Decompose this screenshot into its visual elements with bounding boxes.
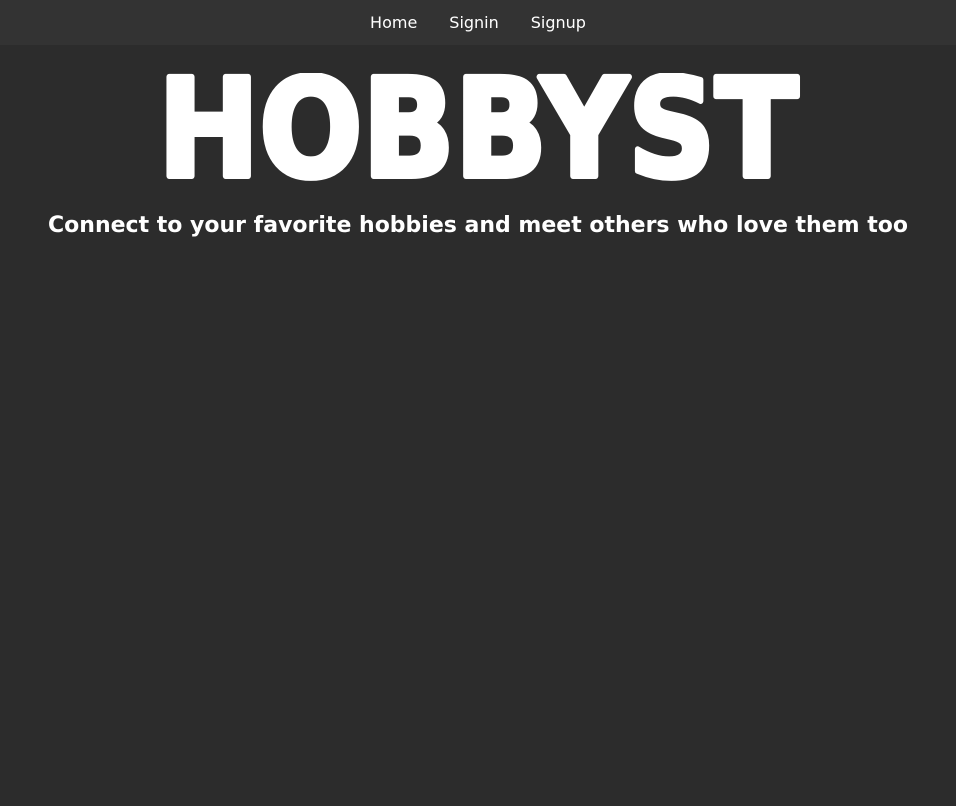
nav-home-link[interactable]: Home [370, 13, 417, 32]
hobbyst-logo: HOBBYST [155, 73, 801, 183]
top-navbar: Home Signin Signup [0, 0, 956, 45]
hero-section: HOBBYST Connect to your favorite hobbies… [0, 73, 956, 238]
nav-signin-link[interactable]: Signin [449, 13, 498, 32]
nav-signup-link[interactable]: Signup [531, 13, 586, 32]
logo-wordmark: HOBBYST [158, 73, 798, 183]
tagline: Connect to your favorite hobbies and mee… [48, 213, 908, 238]
